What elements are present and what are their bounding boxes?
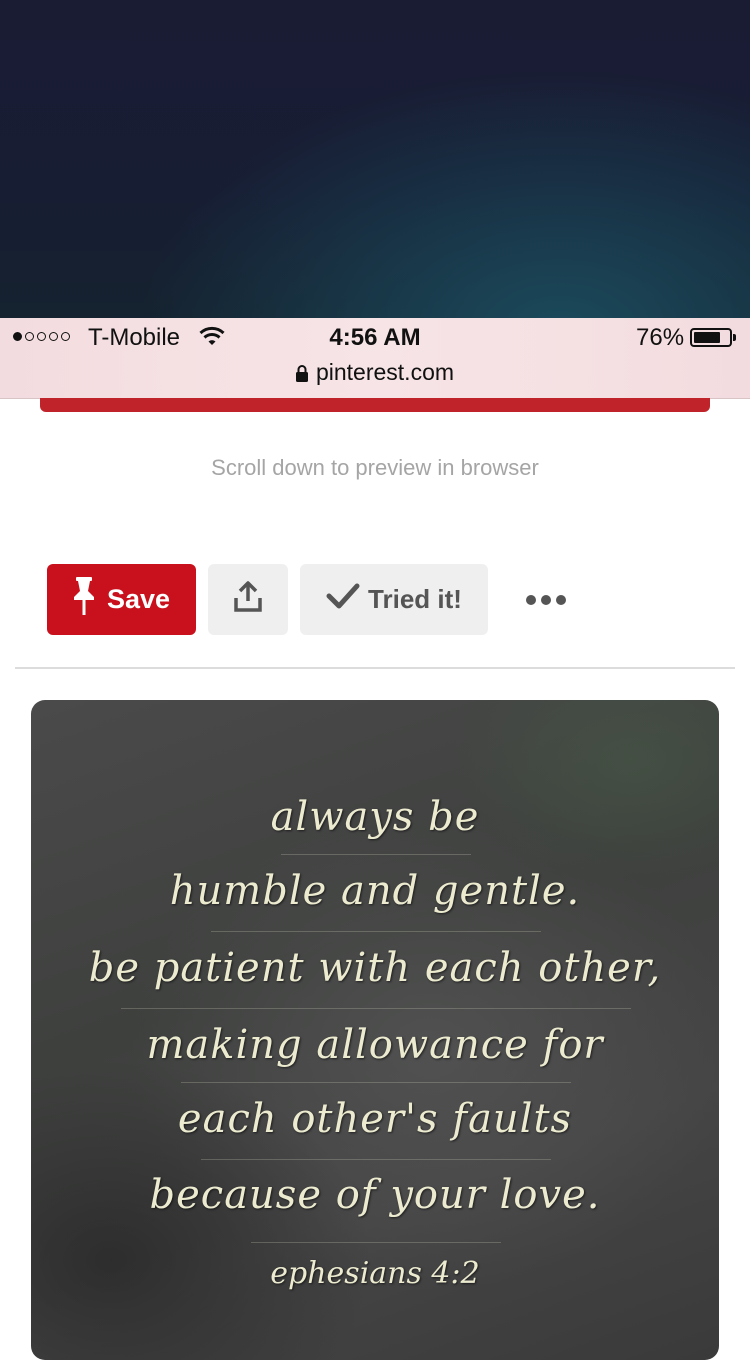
quote-line: each other's faults (177, 1096, 573, 1142)
more-dot-icon (556, 595, 566, 605)
battery-icon (690, 328, 732, 347)
quote-rule (211, 931, 541, 932)
quote-line: making allowance for (146, 1022, 604, 1068)
quote-line: always be (270, 794, 480, 840)
checkmark-icon (326, 583, 360, 616)
background-wallpaper (0, 0, 750, 318)
save-button[interactable]: Save (47, 564, 196, 635)
quote-line: be patient with each other, (88, 945, 662, 991)
pin-image[interactable]: always be humble and gentle. be patient … (31, 700, 719, 1360)
lock-icon (295, 361, 308, 388)
battery-percentage: 76% (636, 324, 685, 351)
quote-rule (201, 1159, 551, 1160)
share-icon (233, 581, 263, 618)
quote-line: because of your love. (149, 1172, 601, 1218)
quote-line: humble and gentle. (169, 868, 581, 914)
pushpin-icon (73, 577, 95, 622)
app-banner-button-edge[interactable] (40, 398, 710, 412)
quote-rule (121, 1008, 631, 1009)
quote-rule (281, 854, 471, 855)
save-label: Save (106, 584, 171, 614)
quote-rule (251, 1242, 501, 1243)
scroll-hint: Scroll down to preview in browser (211, 455, 539, 480)
share-button[interactable] (208, 564, 288, 635)
more-dot-icon (541, 595, 551, 605)
url-text: pinterest.com (315, 359, 455, 385)
more-dot-icon (526, 595, 536, 605)
tried-it-button[interactable]: Tried it! (300, 564, 488, 635)
quote-rule (181, 1082, 571, 1083)
tried-it-label: Tried it! (368, 584, 462, 614)
section-divider (15, 667, 735, 669)
address-bar[interactable]: pinterest.com (0, 359, 750, 388)
battery-tip (733, 334, 736, 341)
more-options-button[interactable] (526, 595, 566, 605)
quote-citation: ephesians 4:2 (270, 1256, 480, 1291)
